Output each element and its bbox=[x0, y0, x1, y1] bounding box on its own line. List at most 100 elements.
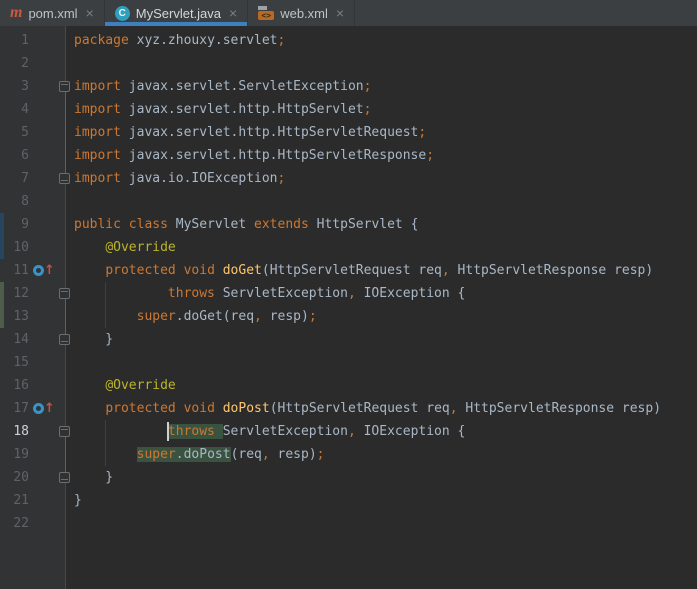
code-line[interactable]: protected void doGet(HttpServletRequest … bbox=[74, 259, 653, 282]
code-line[interactable]: } bbox=[74, 328, 113, 351]
code-token: ; bbox=[277, 171, 286, 186]
close-icon[interactable]: × bbox=[86, 6, 94, 20]
java-class-icon: C bbox=[114, 5, 130, 21]
code-line[interactable]: import javax.servlet.http.HttpServletReq… bbox=[74, 121, 426, 144]
tab-label: MyServlet.java bbox=[135, 5, 222, 21]
line-number: 8 bbox=[21, 194, 29, 209]
code-line[interactable]: public class MyServlet extends HttpServl… bbox=[74, 213, 418, 236]
override-circle bbox=[33, 403, 44, 414]
tab-web-xml[interactable]: <> web.xml × bbox=[248, 0, 356, 26]
code-token: class bbox=[128, 217, 168, 232]
code-line[interactable]: } bbox=[74, 489, 82, 512]
line-number: 7 bbox=[21, 171, 29, 186]
line-number: 22 bbox=[13, 516, 29, 531]
code-token: ; bbox=[308, 309, 317, 324]
code-token: , bbox=[254, 309, 262, 324]
code-line[interactable]: @Override bbox=[74, 236, 176, 259]
code-line[interactable]: throws ServletException, IOException { bbox=[74, 420, 465, 443]
code-token: import bbox=[74, 171, 121, 186]
code-token: , bbox=[261, 447, 270, 462]
code-token: , bbox=[441, 263, 450, 278]
fold-collapse-icon[interactable] bbox=[59, 426, 70, 437]
line-number: 6 bbox=[21, 148, 29, 163]
code-token: javax.servlet.ServletException bbox=[120, 79, 364, 94]
text-caret bbox=[166, 422, 169, 441]
code-editor[interactable]: 1 package xyz.zhouxy.servlet; 2 3 import jav… bbox=[0, 26, 697, 589]
code-token: (HttpServletRequest req bbox=[269, 401, 450, 416]
code-line[interactable]: protected void doPost(HttpServletRequest… bbox=[74, 397, 661, 420]
fold-collapse-icon[interactable] bbox=[59, 173, 70, 184]
code-line[interactable]: import java.io.IOException; bbox=[74, 167, 285, 190]
tab-label: pom.xml bbox=[28, 5, 78, 21]
code-token: , bbox=[347, 424, 356, 439]
line-number: 11 bbox=[13, 263, 29, 278]
code-token: IOException { bbox=[355, 424, 466, 439]
up-arrow-icon: ↑ bbox=[44, 400, 55, 416]
code-token: void bbox=[183, 263, 215, 278]
code-token: public bbox=[74, 217, 121, 232]
line-number: 18 bbox=[13, 424, 29, 439]
line-number: 5 bbox=[21, 125, 29, 140]
code-line[interactable]: super.doPost(req, resp); bbox=[74, 443, 325, 466]
line-number: 2 bbox=[21, 56, 29, 71]
line-number: 14 bbox=[13, 332, 29, 347]
line-number: 4 bbox=[21, 102, 29, 117]
code-token: doGet bbox=[222, 263, 262, 278]
override-circle bbox=[33, 265, 44, 276]
code-token: java.io.IOException bbox=[120, 171, 278, 186]
tab-pom-xml[interactable]: m pom.xml × bbox=[0, 0, 105, 26]
code-token: @Override bbox=[105, 240, 176, 255]
code-line[interactable]: package xyz.zhouxy.servlet; bbox=[74, 29, 285, 52]
code-line[interactable]: import javax.servlet.ServletException; bbox=[74, 75, 371, 98]
code-line[interactable]: } bbox=[74, 466, 113, 489]
code-line[interactable]: super.doGet(req, resp); bbox=[74, 305, 317, 328]
code-token: throws bbox=[167, 286, 215, 301]
code-line[interactable]: import javax.servlet.http.HttpServlet; bbox=[74, 98, 371, 121]
close-icon[interactable]: × bbox=[229, 6, 237, 20]
code-token: import bbox=[74, 125, 121, 140]
code-token: (req bbox=[230, 447, 262, 462]
overriding-method-icon[interactable]: ↑ bbox=[33, 259, 55, 282]
code-token: xyz.zhouxy.servlet bbox=[128, 33, 278, 48]
code-token: protected bbox=[105, 263, 176, 278]
code-token: doPost bbox=[222, 401, 270, 416]
tab-label: web.xml bbox=[280, 5, 328, 21]
code-token: javax.servlet.http.HttpServlet bbox=[120, 102, 364, 117]
code-token: @Override bbox=[105, 378, 176, 393]
editor-tab-bar: m pom.xml × C MyServlet.java × <> web.xm… bbox=[0, 0, 697, 26]
xml-file-icon: <> bbox=[258, 5, 275, 21]
overriding-method-icon[interactable]: ↑ bbox=[33, 397, 55, 420]
fold-collapse-icon[interactable] bbox=[59, 334, 70, 345]
line-number: 1 bbox=[21, 33, 29, 48]
code-line[interactable]: import javax.servlet.http.HttpServletRes… bbox=[74, 144, 434, 167]
code-line[interactable]: @Override bbox=[74, 374, 176, 397]
code-token: javax.servlet.http.HttpServletResponse bbox=[120, 148, 427, 163]
code-token: import bbox=[74, 79, 121, 94]
code-token: void bbox=[183, 401, 215, 416]
code-token: HttpServlet { bbox=[308, 217, 419, 232]
code-token: ; bbox=[426, 148, 435, 163]
close-icon[interactable]: × bbox=[336, 6, 344, 20]
line-number: 16 bbox=[13, 378, 29, 393]
tab-myservlet-java[interactable]: C MyServlet.java × bbox=[104, 0, 249, 26]
code-token: javax.servlet.http.HttpServletRequest bbox=[120, 125, 419, 140]
fold-collapse-icon[interactable] bbox=[59, 288, 70, 299]
code-token: resp) bbox=[269, 447, 317, 462]
line-number: 20 bbox=[13, 470, 29, 485]
code-token: protected bbox=[105, 401, 176, 416]
code-token: HttpServletResponse resp) bbox=[449, 263, 654, 278]
code-line[interactable]: throws ServletException, IOException { bbox=[74, 282, 465, 305]
code-token: extends bbox=[254, 217, 309, 232]
highlighted-token: super bbox=[136, 447, 176, 462]
fold-collapse-icon[interactable] bbox=[59, 81, 70, 92]
code-token: HttpServletResponse resp) bbox=[457, 401, 662, 416]
highlighted-token: throws bbox=[167, 424, 215, 439]
fold-collapse-icon[interactable] bbox=[59, 472, 70, 483]
